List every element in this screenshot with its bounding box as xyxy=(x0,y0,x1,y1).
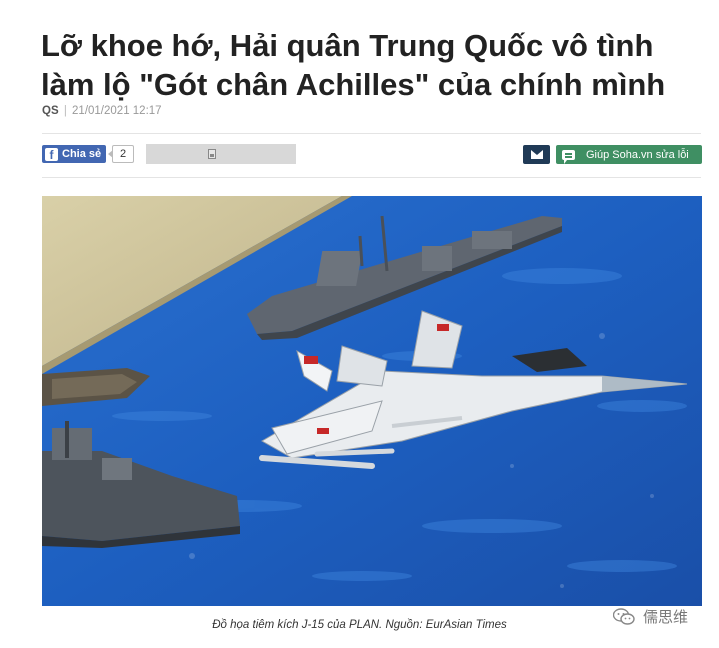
article-meta: QS | 21/01/2021 12:17 xyxy=(42,105,162,117)
feedback-label: Giúp Soha.vn sửa lỗi xyxy=(586,148,689,161)
feedback-button[interactable]: Giúp Soha.vn sửa lỗi xyxy=(556,145,702,164)
meta-separator: | xyxy=(63,105,67,117)
save-bar[interactable] xyxy=(146,144,296,164)
envelope-icon xyxy=(531,150,543,159)
divider-top xyxy=(42,133,701,134)
facebook-icon: f xyxy=(45,147,58,162)
save-icon[interactable] xyxy=(208,149,216,159)
watermark-text: 儒思维 xyxy=(643,609,689,626)
wechat-icon xyxy=(613,607,635,625)
share-count: 2 xyxy=(108,145,134,163)
divider-bottom xyxy=(42,177,701,178)
article-datetime: 21/01/2021 12:17 xyxy=(72,105,162,117)
article-image xyxy=(42,196,702,606)
watermark: 儒思维 xyxy=(613,606,688,627)
article-source[interactable]: QS xyxy=(42,105,59,117)
facebook-share-button[interactable]: f Chia sẻ xyxy=(42,145,106,163)
article-title: Lỡ khoe hớ, Hải quân Trung Quốc vô tình … xyxy=(41,28,666,102)
chat-bubble-icon xyxy=(562,149,575,164)
email-button[interactable] xyxy=(523,145,550,164)
facebook-share-label: Chia sẻ xyxy=(62,148,102,160)
image-caption: Đồ họa tiêm kích J-15 của PLAN. Nguồn: E… xyxy=(212,619,507,631)
